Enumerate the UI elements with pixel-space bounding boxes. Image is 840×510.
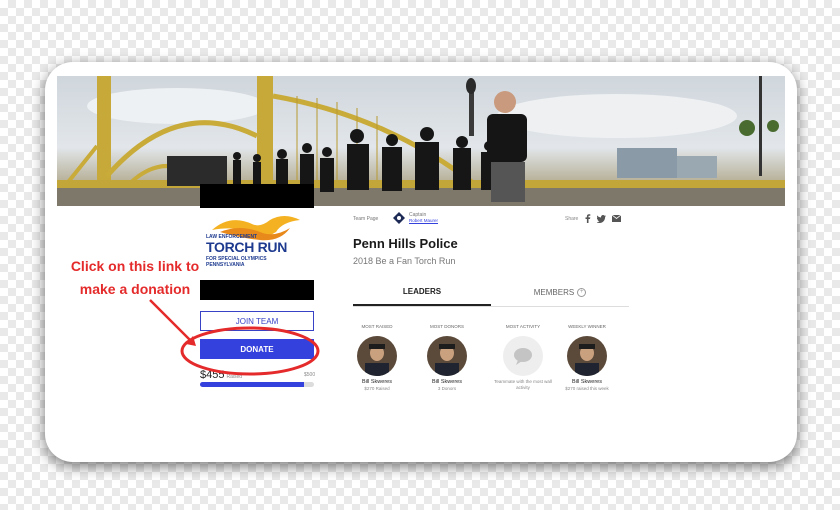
annotation-overlay: [149, 299, 320, 376]
highlight-ellipse: [180, 326, 320, 376]
annotation-arrow: [149, 299, 193, 343]
